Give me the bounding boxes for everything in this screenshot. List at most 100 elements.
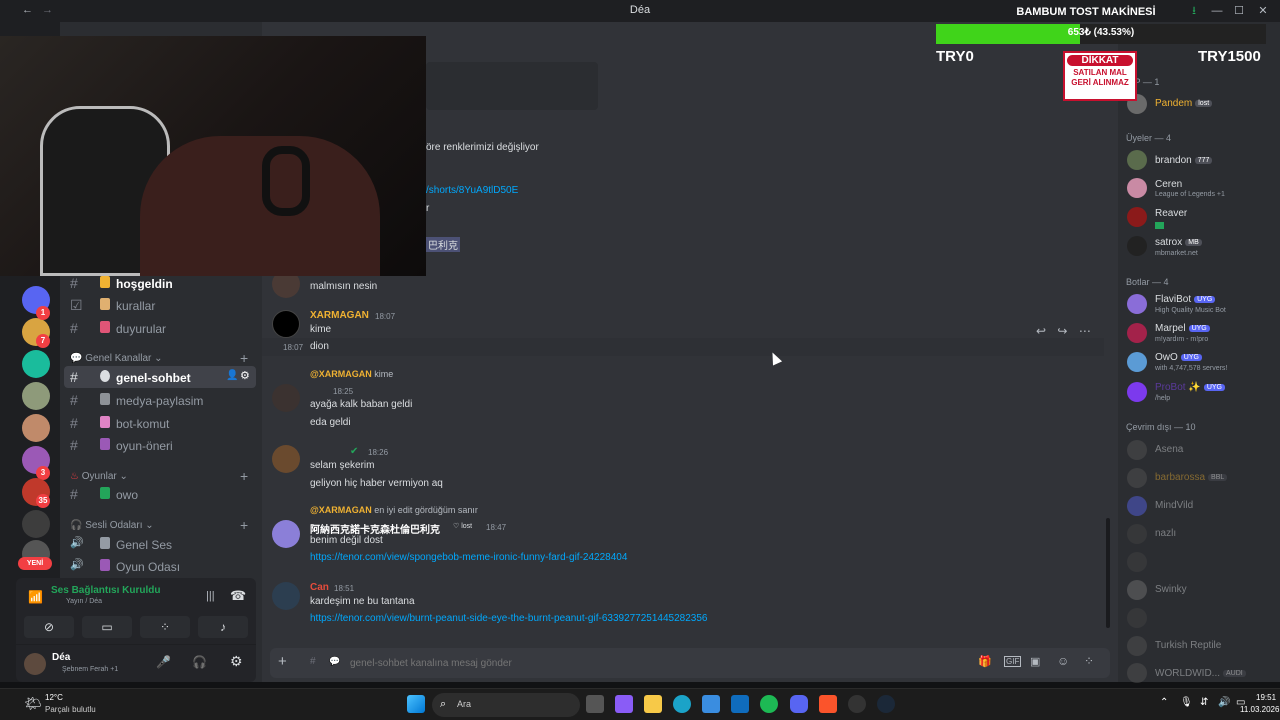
minimize-button[interactable]: — <box>1206 2 1228 20</box>
close-button[interactable]: ✕ <box>1252 2 1274 20</box>
member-name[interactable]: FlaviBot UYG <box>1155 294 1216 305</box>
add-channel-icon[interactable]: + <box>240 350 248 366</box>
member-name[interactable]: ProBot ✨ UYG <box>1155 382 1225 393</box>
avatar[interactable] <box>1127 352 1147 372</box>
gear-icon[interactable]: ⚙ <box>240 369 250 382</box>
windows-start-icon[interactable] <box>407 695 425 713</box>
avatar[interactable] <box>1127 636 1147 656</box>
avatar[interactable] <box>272 384 300 412</box>
channel-bot-komut[interactable]: # bot-komut <box>64 412 256 434</box>
avatar[interactable] <box>24 653 46 675</box>
message-author[interactable]: Can <box>310 582 329 593</box>
voice-channel-name[interactable]: Yayın / Déa <box>66 598 102 605</box>
message-link[interactable]: /shorts/8YuA9tlD50E <box>426 185 518 196</box>
message-input[interactable] <box>350 654 950 672</box>
screen-share-button[interactable]: ▭ <box>82 616 132 638</box>
brave-icon[interactable] <box>819 695 837 713</box>
emoji-icon[interactable]: ☺ <box>1057 654 1069 668</box>
avatar[interactable] <box>1127 150 1147 170</box>
edge-icon[interactable] <box>673 695 691 713</box>
avatar[interactable] <box>1127 552 1147 572</box>
avatar[interactable] <box>1127 663 1147 683</box>
member-name[interactable]: nazlı <box>1155 528 1176 539</box>
member-name[interactable]: Turkish Reptile <box>1155 640 1221 651</box>
noise-icon[interactable]: ||| <box>206 590 215 602</box>
member-name[interactable]: Reaver <box>1155 208 1187 219</box>
avatar[interactable] <box>272 520 300 548</box>
network-icon[interactable]: ⇵ <box>1200 697 1208 708</box>
headphones-icon[interactable]: 🎧 <box>192 655 207 669</box>
copilot-icon[interactable] <box>615 695 633 713</box>
channel-duyurular[interactable]: # duyurular <box>64 317 256 339</box>
channel-medya-paylasim[interactable]: # medya-paylasim <box>64 389 256 411</box>
channel-oyun-oneri[interactable]: # oyun-öneri <box>64 434 256 456</box>
microphone-icon[interactable]: 🎙 <box>1180 697 1193 708</box>
channel-owo[interactable]: # owo <box>64 483 256 505</box>
task-view-icon[interactable] <box>586 695 604 713</box>
category-voice[interactable]: 🎧 Sesli Odaları ⌄ <box>70 520 154 531</box>
activities-button[interactable]: ⁘ <box>140 616 190 638</box>
channel-genel-sohbet[interactable]: # genel-sohbet 👤 ⚙ <box>64 366 256 388</box>
member-name[interactable]: barbarossa BBL <box>1155 472 1228 483</box>
more-icon[interactable]: ⋯ <box>1079 324 1091 338</box>
forward-icon[interactable]: ↪ <box>1057 324 1067 338</box>
clock-date[interactable]: 11.03.2026 <box>1240 705 1279 714</box>
avatar[interactable] <box>1127 496 1147 516</box>
clock-time[interactable]: 19:51 <box>1256 693 1276 702</box>
member-name[interactable]: Pandem lost <box>1155 98 1213 109</box>
message-author[interactable]: 阿納西克諾卡克森杜倫巴利克 <box>310 521 440 536</box>
file-explorer-icon[interactable] <box>644 695 662 713</box>
weather-icon[interactable]: 🌤 <box>24 695 42 712</box>
server-icon[interactable] <box>22 350 50 378</box>
member-name[interactable]: Marpel UYG <box>1155 323 1210 334</box>
member-name[interactable]: Asena <box>1155 444 1183 455</box>
message-author[interactable]: XARMAGAN <box>310 310 369 321</box>
sticker-icon[interactable]: ▣ <box>1030 655 1040 668</box>
apps-icon[interactable]: ⁘ <box>1084 654 1094 668</box>
avatar[interactable] <box>1127 382 1147 402</box>
reply-preview[interactable]: @XARMAGAN en iyi edit gördüğüm sanır <box>310 505 478 515</box>
chat-scrollbar[interactable] <box>1106 518 1110 628</box>
avatar[interactable] <box>1127 580 1147 600</box>
spotify-icon[interactable] <box>760 695 778 713</box>
gif-icon[interactable]: GIF <box>1004 656 1022 667</box>
obs-icon[interactable] <box>848 695 866 713</box>
avatar[interactable] <box>1127 178 1147 198</box>
message-link[interactable]: https://tenor.com/view/spongebob-meme-ir… <box>310 552 627 563</box>
member-name[interactable]: satrox MB <box>1155 237 1202 248</box>
gear-icon[interactable]: ⚙ <box>230 653 243 670</box>
avatar[interactable] <box>1127 207 1147 227</box>
member-name[interactable]: Ceren <box>1155 179 1182 190</box>
avatar[interactable] <box>1127 323 1147 343</box>
reply-icon[interactable]: ↩ <box>1036 324 1046 338</box>
reply-preview[interactable]: @XARMAGAN kime <box>310 369 393 379</box>
member-name[interactable]: brandon 777 <box>1155 155 1213 166</box>
disconnect-icon[interactable]: ☎ <box>230 588 246 604</box>
soundboard-button[interactable]: ♪ <box>198 616 248 638</box>
new-badge[interactable]: YENİ <box>18 557 52 570</box>
microphone-icon[interactable]: 🎤 <box>156 655 171 669</box>
avatar[interactable] <box>272 582 300 610</box>
server-icon[interactable] <box>22 382 50 410</box>
channel-kurallar[interactable]: ☑ kurallar <box>64 294 256 316</box>
tray-chevron-icon[interactable]: ⌃ <box>1160 697 1168 708</box>
volume-icon[interactable]: 🔊 <box>1218 697 1230 708</box>
avatar[interactable] <box>1127 236 1147 256</box>
voice-channel-genel-ses[interactable]: 🔊 Genel Ses <box>64 533 256 555</box>
add-channel-icon[interactable]: + <box>240 468 248 484</box>
server-icon[interactable] <box>22 510 50 538</box>
member-name[interactable]: MindVild <box>1155 500 1193 511</box>
avatar[interactable] <box>1127 294 1147 314</box>
outlook-icon[interactable] <box>731 695 749 713</box>
category-general[interactable]: 💬 Genel Kanallar ⌄ <box>70 353 163 364</box>
download-icon[interactable]: ⭳ <box>1183 2 1205 20</box>
invite-icon[interactable]: 👤 <box>226 370 238 381</box>
member-name[interactable]: WORLDWID... AUDI <box>1155 668 1246 679</box>
steam-icon[interactable] <box>877 695 895 713</box>
avatar[interactable] <box>1127 468 1147 488</box>
store-icon[interactable] <box>702 695 720 713</box>
camera-button[interactable]: ⊘ <box>24 616 74 638</box>
avatar[interactable] <box>1127 440 1147 460</box>
message-link[interactable]: https://tenor.com/view/burnt-peanut-side… <box>310 613 708 624</box>
search-box[interactable]: ⌕ Ara <box>432 693 580 717</box>
